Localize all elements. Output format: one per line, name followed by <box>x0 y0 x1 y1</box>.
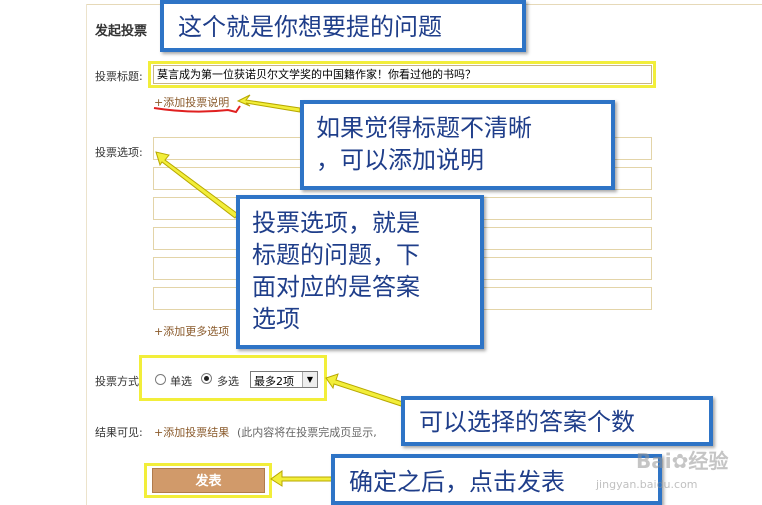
callout-description-line-1: 如果觉得标题不清晰 <box>316 114 532 142</box>
watermark-url: jingyan.baidu.com <box>596 478 698 491</box>
max-select-value: 最多2项 <box>254 375 294 388</box>
callout-title-text: 这个就是你想要提的问题 <box>178 13 442 41</box>
title-input[interactable]: 莫言成为第一位获诺贝尔文学奖的中国籍作家！你看过他的书吗？ <box>153 65 652 84</box>
multi-choice-label: 多选 <box>217 375 239 388</box>
callout-options: 投票选项，就是 标题的问题，下 面对应的是答案 选项 <box>236 195 484 349</box>
single-choice-label: 单选 <box>170 375 192 388</box>
callout-description: 如果觉得标题不清晰 ，可以添加说明 <box>300 100 615 190</box>
results-label: 结果可见: <box>95 426 143 439</box>
baidu-watermark: Bai✿经验 <box>636 445 728 474</box>
chevron-down-icon[interactable]: ▼ <box>302 372 317 387</box>
callout-description-line-2: ，可以添加说明 <box>316 146 484 174</box>
callout-options-line-1: 投票选项，就是 <box>252 209 420 237</box>
callout-answer-count: 可以选择的答案个数 <box>401 396 713 446</box>
callout-answer-count-text: 可以选择的答案个数 <box>419 408 635 436</box>
single-choice-radio[interactable] <box>155 374 166 385</box>
callout-title-question: 这个就是你想要提的问题 <box>160 0 526 52</box>
callout-options-line-2: 标题的问题，下 <box>252 241 420 269</box>
multi-choice-radio[interactable] <box>201 373 212 384</box>
results-note: (此内容将在投票完成页显示, <box>237 426 377 439</box>
watermark-brand: Bai <box>636 449 672 473</box>
form-left-border <box>86 4 87 505</box>
watermark-brand-tail: 经验 <box>688 449 729 473</box>
paw-icon: ✿ <box>671 449 689 473</box>
form-heading: 发起投票 <box>95 24 148 39</box>
submit-button[interactable]: 发表 <box>152 468 265 493</box>
max-select-dropdown[interactable]: 最多2项 ▼ <box>250 371 318 388</box>
options-label: 投票选项: <box>95 146 143 159</box>
callout-options-line-3: 面对应的是答案 <box>252 273 420 301</box>
add-more-options-link[interactable]: +添加更多选项 <box>154 323 229 339</box>
title-label: 投票标题: <box>95 70 143 83</box>
method-label: 投票方式: <box>95 375 143 388</box>
callout-options-line-4: 选项 <box>252 305 300 333</box>
add-results-link[interactable]: +添加投票结果 <box>154 424 229 440</box>
red-underline-mark <box>153 105 241 114</box>
